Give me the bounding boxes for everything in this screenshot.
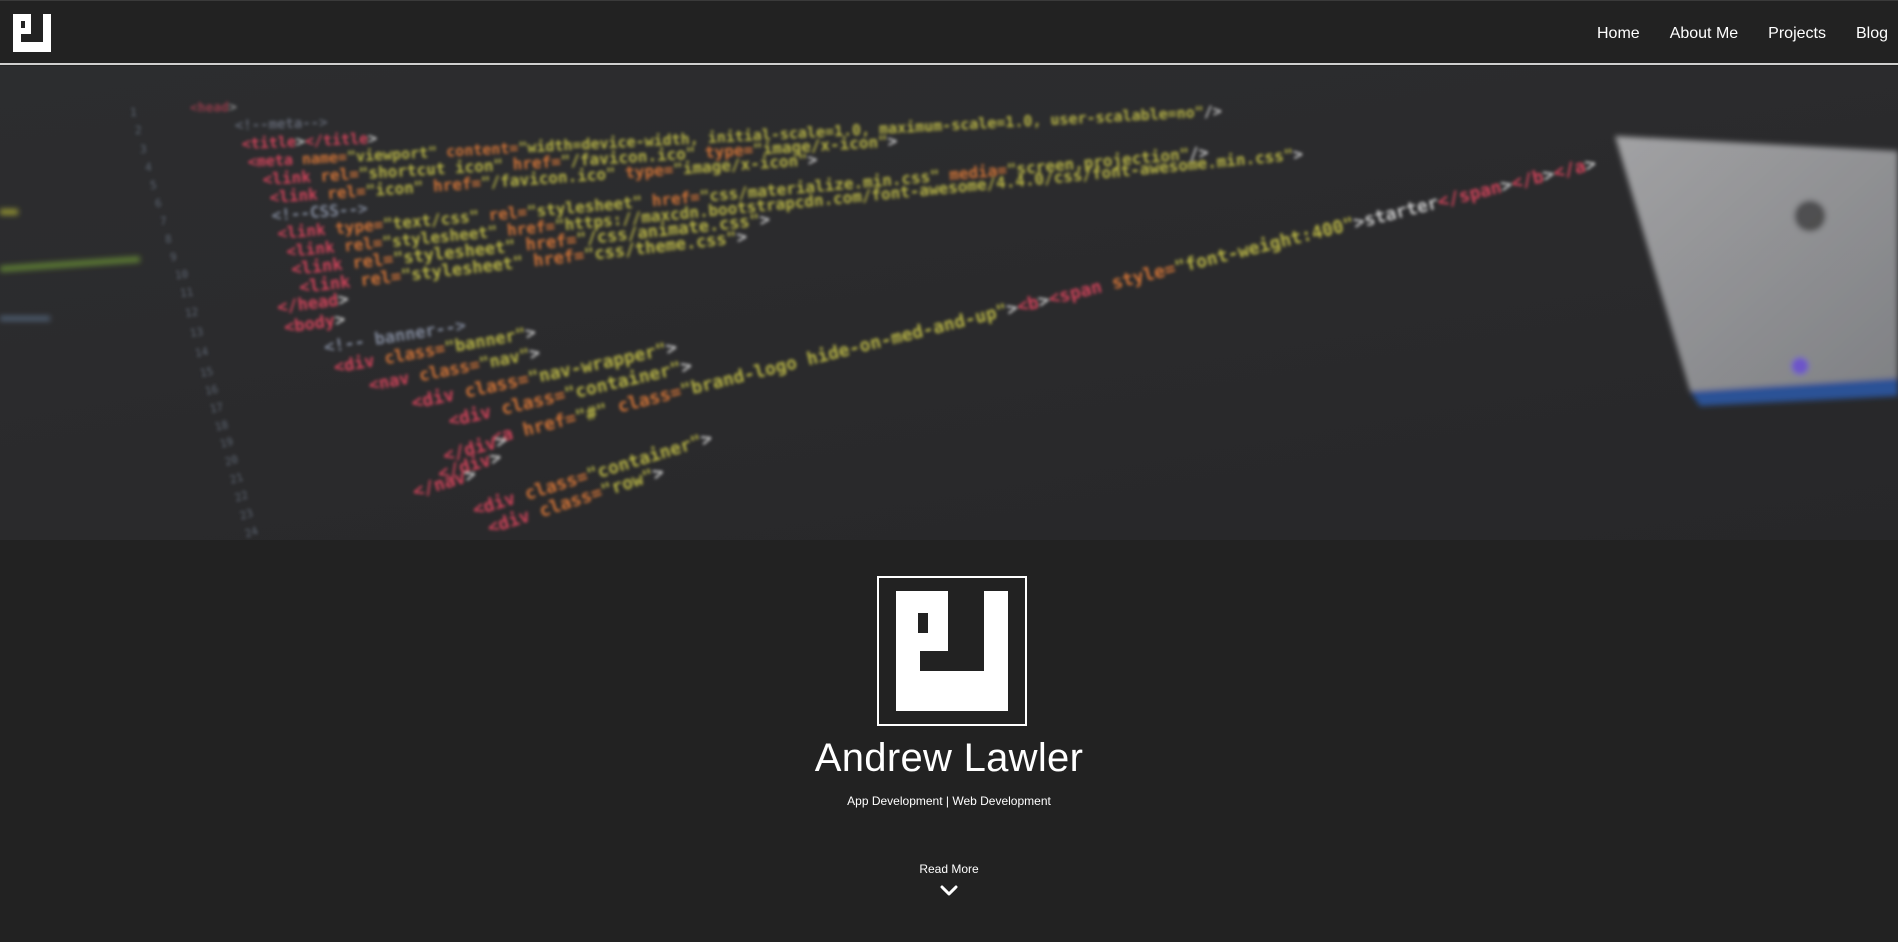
- profile-tagline: App Development | Web Development: [847, 794, 1051, 808]
- line-number: 20: [223, 453, 239, 469]
- line-number: 21: [228, 471, 244, 487]
- line-number: 24: [243, 524, 260, 540]
- line-number: 16: [204, 383, 219, 398]
- line-number: 10: [174, 268, 189, 282]
- line-number: 17: [209, 400, 225, 415]
- nav-link-about-me[interactable]: About Me: [1655, 1, 1753, 66]
- line-number: 14: [194, 345, 209, 360]
- top-navbar: Home About Me Projects Blog: [0, 0, 1898, 65]
- avatar: [877, 576, 1027, 726]
- line-number: 19: [219, 435, 235, 451]
- code-editor-photo: 123456789101112131415161718192021222324 …: [0, 100, 1898, 540]
- line-number: 12: [184, 305, 199, 320]
- hero-code-image: 1 2 3 4 5 6 7 8 9 10 11 12 13 14 15 16 17 18 19 20 21 22 23 24 …: [0, 66, 1898, 540]
- chevron-down-icon[interactable]: [940, 884, 958, 898]
- pl-monogram-logo-icon[interactable]: [13, 14, 51, 52]
- line-number: 8: [164, 232, 172, 246]
- line-number: 7: [160, 214, 168, 227]
- line-number: 4: [145, 161, 153, 174]
- line-number: 2: [135, 124, 142, 137]
- line-number: 6: [155, 197, 163, 210]
- line-number: 11: [179, 286, 194, 300]
- nav-link-projects[interactable]: Projects: [1753, 1, 1841, 66]
- line-number: 22: [233, 488, 249, 504]
- line-number: 3: [140, 143, 147, 156]
- line-number: 15: [199, 365, 214, 380]
- line-number: 1: [130, 106, 137, 119]
- pl-monogram-logo-icon: [896, 591, 1008, 711]
- nav-links: Home About Me Projects Blog: [1582, 1, 1888, 66]
- profile-name: Andrew Lawler: [814, 736, 1084, 780]
- line-number: 5: [150, 179, 157, 192]
- line-number: 23: [238, 506, 254, 522]
- nav-link-home[interactable]: Home: [1582, 1, 1655, 66]
- line-number: 9: [169, 250, 177, 264]
- code-line: <head>: [190, 100, 237, 116]
- profile-section: Andrew Lawler App Development | Web Deve…: [0, 540, 1898, 942]
- line-number: 18: [214, 418, 230, 434]
- nav-link-blog[interactable]: Blog: [1841, 1, 1888, 66]
- read-more-link[interactable]: Read More: [899, 862, 999, 876]
- line-number: 13: [189, 325, 204, 340]
